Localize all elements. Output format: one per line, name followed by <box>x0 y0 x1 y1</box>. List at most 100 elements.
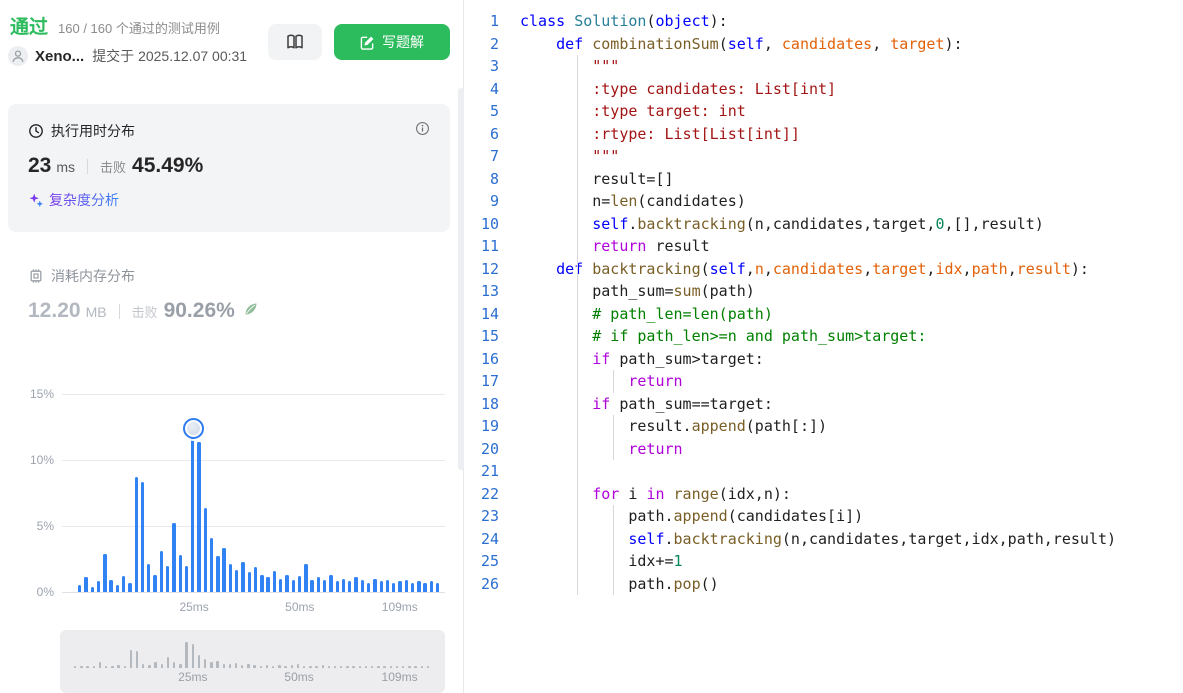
indent-guide <box>613 370 614 393</box>
histogram-bar[interactable] <box>379 581 383 592</box>
histogram-bar[interactable] <box>134 477 138 592</box>
histogram-bar[interactable] <box>417 581 421 592</box>
line-number: 26 <box>480 574 499 593</box>
histogram-bar[interactable] <box>147 564 151 592</box>
histogram-bar[interactable] <box>429 581 434 592</box>
histogram-bar[interactable] <box>247 572 251 592</box>
brush-bar <box>142 663 145 668</box>
info-icon[interactable] <box>415 121 430 141</box>
brush-bar <box>191 644 194 668</box>
histogram-bar[interactable] <box>216 556 220 592</box>
line-number: 18 <box>480 394 499 413</box>
memory-card-header: 消耗内存分布 <box>28 266 430 286</box>
histogram-bar[interactable] <box>360 580 365 592</box>
brush-bar <box>408 666 411 668</box>
histogram-bar[interactable] <box>373 578 377 592</box>
brush-bar <box>185 641 188 668</box>
code-text: return <box>628 372 683 390</box>
memory-value-row: 12.20 MB 击败 90.26% <box>28 299 430 323</box>
code-line[interactable]: 2 def combinationSum(self, candidates, t… <box>470 33 1183 56</box>
scrollbar-thumb[interactable] <box>458 88 464 470</box>
user-marker[interactable] <box>182 417 204 439</box>
histogram-bar[interactable] <box>329 574 333 592</box>
histogram-bar[interactable] <box>291 580 295 592</box>
histogram-bar[interactable] <box>260 574 264 592</box>
line-number: 19 <box>480 417 499 435</box>
histogram-bar[interactable] <box>222 548 226 592</box>
indent-guide <box>577 55 578 595</box>
brush-bar <box>259 665 263 668</box>
histogram-bar[interactable] <box>398 581 402 592</box>
histogram-bar[interactable] <box>404 580 409 592</box>
histogram-bar[interactable] <box>366 582 371 592</box>
runtime-histogram-bars[interactable] <box>78 394 444 592</box>
solutions-book-button[interactable] <box>268 24 322 60</box>
histogram-bar[interactable] <box>410 582 415 592</box>
histogram-bar[interactable] <box>78 585 82 592</box>
histogram-bar[interactable] <box>184 565 189 592</box>
chart-brush[interactable]: 25ms 50ms 109ms <box>60 630 445 693</box>
histogram-bar[interactable] <box>153 574 157 592</box>
histogram-bar[interactable] <box>197 441 201 592</box>
histogram-bar[interactable] <box>228 564 233 592</box>
histogram-bar[interactable] <box>322 580 327 592</box>
username[interactable]: Xeno... <box>35 48 84 65</box>
histogram-bar[interactable] <box>235 569 239 592</box>
histogram-bar[interactable] <box>266 577 270 592</box>
histogram-bar[interactable] <box>310 580 314 592</box>
histogram-bar[interactable] <box>103 553 107 592</box>
histogram-bar[interactable] <box>172 523 176 592</box>
histogram-bar[interactable] <box>385 580 390 592</box>
histogram-bar[interactable] <box>109 580 113 592</box>
write-solution-button[interactable]: 写题解 <box>334 24 450 60</box>
histogram-bar[interactable] <box>297 576 302 592</box>
histogram-bar[interactable] <box>209 537 214 592</box>
histogram-bar[interactable] <box>392 582 396 592</box>
histogram-bar[interactable] <box>165 565 170 592</box>
status-badge: 通过 <box>10 17 49 38</box>
runtime-distribution-chart: 15% 10% 5% 0% 25ms 50ms 109ms <box>0 380 455 620</box>
histogram-bar[interactable] <box>253 566 258 592</box>
complexity-analysis-link[interactable]: 复杂度分析 <box>28 190 119 210</box>
histogram-bar[interactable] <box>121 576 126 592</box>
histogram-bar[interactable] <box>335 581 339 592</box>
histogram-bar[interactable] <box>304 564 308 592</box>
brush-bar <box>414 666 417 668</box>
histogram-bar[interactable] <box>341 578 346 592</box>
brush-bar <box>395 666 399 668</box>
line-number: 15 <box>480 327 499 345</box>
histogram-bar[interactable] <box>159 551 164 592</box>
x-tick-label: 25ms <box>179 600 209 614</box>
histogram-bar[interactable] <box>436 582 440 592</box>
y-tick-label: 5% <box>36 519 54 533</box>
histogram-bar[interactable] <box>140 482 145 592</box>
gridline <box>62 592 445 593</box>
histogram-bar[interactable] <box>128 582 132 592</box>
person-icon <box>12 50 24 63</box>
histogram-bar[interactable] <box>178 555 182 592</box>
histogram-bar[interactable] <box>90 586 94 592</box>
histogram-bar[interactable] <box>279 578 283 592</box>
histogram-bar[interactable] <box>316 577 321 592</box>
histogram-bar[interactable] <box>203 507 208 592</box>
histogram-bar[interactable] <box>84 577 88 592</box>
runtime-card[interactable]: 执行用时分布 23 ms 击败 45.49% 复杂度分析 <box>8 104 450 232</box>
histogram-bar[interactable] <box>241 561 245 592</box>
line-number: 21 <box>480 462 499 480</box>
code-viewer[interactable]: 1 class Solution(object): 2 def combinatio… <box>470 0 1183 693</box>
brush-bar <box>302 666 306 668</box>
runtime-unit: ms <box>56 159 76 175</box>
histogram-bar[interactable] <box>423 582 427 592</box>
histogram-bar[interactable] <box>285 574 289 592</box>
histogram-bar[interactable] <box>348 581 352 592</box>
histogram-bar[interactable] <box>96 581 101 592</box>
histogram-bar[interactable] <box>191 428 195 592</box>
code-line[interactable]: 1 class Solution(object): <box>470 10 1183 33</box>
line-number: 9 <box>489 192 499 210</box>
histogram-bar[interactable] <box>115 585 120 592</box>
divider <box>118 303 120 319</box>
histogram-bar[interactable] <box>272 570 277 592</box>
histogram-bar[interactable] <box>354 577 358 592</box>
line-number: 10 <box>480 214 499 233</box>
memory-card[interactable]: 消耗内存分布 12.20 MB 击败 90.26% <box>8 256 450 348</box>
